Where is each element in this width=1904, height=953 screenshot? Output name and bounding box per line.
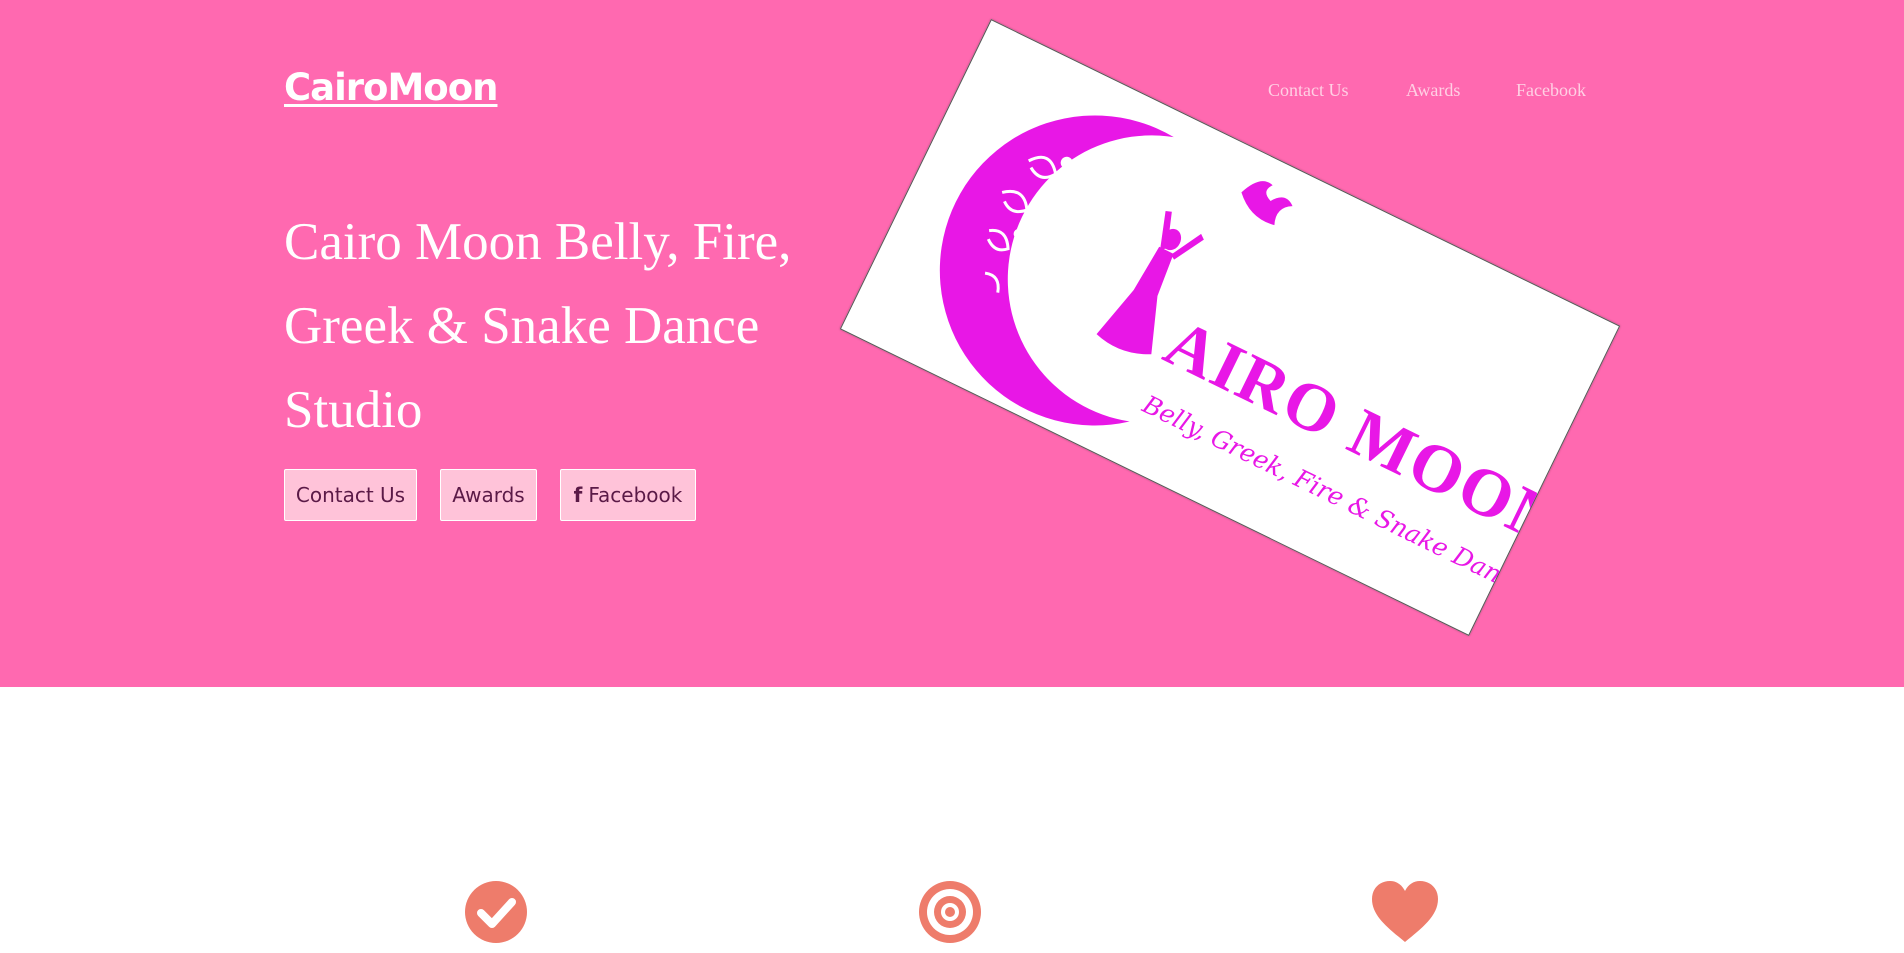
contact-us-button[interactable]: Contact Us	[284, 469, 417, 521]
awards-button[interactable]: Awards	[440, 469, 537, 521]
heart-icon	[1372, 881, 1438, 942]
check-circle-icon	[465, 881, 527, 943]
facebook-icon: f	[573, 483, 583, 507]
facebook-button-label: Facebook	[588, 483, 683, 507]
flame-graphic	[1241, 181, 1293, 226]
hero-headline: Cairo Moon Belly, Fire, Greek & Snake Da…	[284, 213, 792, 439]
cairo-moon-logo-image: AIRO MOON Belly, Greek, Fire & Snake Dan…	[839, 19, 1621, 636]
brand-logo-link[interactable]: CairoMoon	[284, 66, 498, 109]
nav-contact-us[interactable]: Contact Us	[1268, 80, 1349, 101]
contact-us-button-label: Contact Us	[295, 483, 406, 507]
nav-facebook[interactable]: Facebook	[1516, 80, 1586, 101]
nav-awards[interactable]: Awards	[1406, 80, 1460, 101]
crescent-moon-graphic	[939, 115, 1174, 426]
target-icon	[919, 881, 981, 943]
hero-section: CairoMoon Contact Us Awards Facebook Cai…	[0, 0, 1904, 687]
awards-button-label: Awards	[452, 483, 525, 507]
facebook-button[interactable]: f Facebook	[560, 469, 696, 521]
